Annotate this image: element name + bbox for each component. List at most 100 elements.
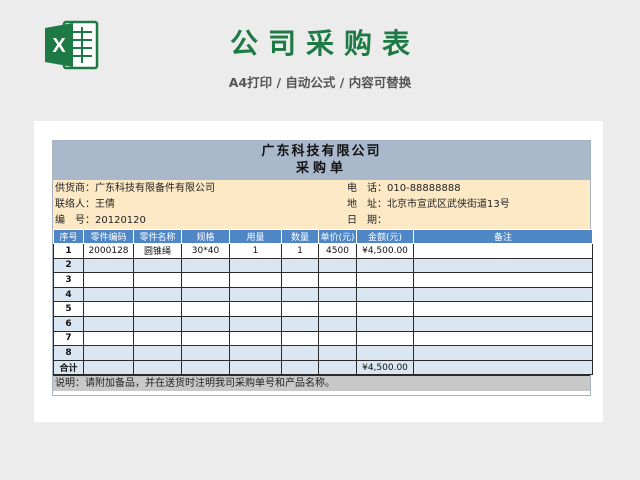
supplier-field[interactable]: 供货商：广东科技有限备件有限公司 [55, 181, 215, 197]
row-index-cell: 5 [53, 301, 84, 317]
table-cell[interactable] [83, 330, 134, 347]
table-cell[interactable] [413, 243, 593, 259]
table-cell[interactable] [318, 330, 357, 347]
note-text: 说明：请附加备品，并在送货时注明我司采购单号和产品名称。 [53, 375, 590, 392]
company-name: 广东科技有限公司 [261, 144, 382, 159]
table-cell[interactable]: 4500 [318, 243, 357, 259]
table-cell[interactable] [281, 272, 319, 288]
table-cell[interactable] [181, 286, 230, 303]
table-cell[interactable] [133, 301, 182, 317]
table-cell[interactable] [281, 286, 319, 303]
table-cell[interactable] [133, 330, 182, 347]
table-cell[interactable] [413, 301, 593, 317]
table-cell[interactable] [318, 345, 357, 361]
contact-field[interactable]: 联络人：王倩 [55, 197, 115, 213]
address-field[interactable]: 地 址：北京市宣武区武侠街道13号 [347, 197, 510, 213]
table-cell[interactable] [318, 257, 357, 274]
table-cell[interactable] [281, 345, 319, 361]
table-cell[interactable] [413, 345, 593, 361]
table-cell[interactable] [413, 257, 593, 274]
row-index-cell: 8 [53, 345, 84, 361]
order-table: 序号 零件编码 零件名称 规格 用量 数量 单价(元) 金额(元) 备注 1 20… [53, 229, 593, 376]
table-row: 5 [53, 301, 593, 317]
table-cell[interactable] [83, 359, 134, 376]
table-cell[interactable] [83, 301, 134, 317]
date-field[interactable]: 日 期： [347, 213, 387, 229]
table-cell[interactable] [229, 315, 282, 332]
table-cell[interactable] [318, 301, 357, 317]
table-cell[interactable] [318, 315, 357, 332]
sheet-header: 广东科技有限公司 采购单 [53, 141, 590, 180]
number-field[interactable]: 编 号：20120120 [55, 213, 146, 229]
table-cell[interactable] [356, 330, 414, 347]
table-cell[interactable] [181, 359, 230, 376]
table-cell[interactable]: 1 [229, 243, 282, 259]
table-cell[interactable] [83, 345, 134, 361]
table-cell[interactable] [356, 345, 414, 361]
table-cell[interactable] [229, 330, 282, 347]
total-amount[interactable]: ¥4,500.00 [356, 359, 414, 376]
table-cell[interactable]: ¥4,500.00 [356, 243, 414, 259]
table-cell[interactable] [133, 257, 182, 274]
table-cell[interactable] [83, 272, 134, 288]
table-cell[interactable] [229, 257, 282, 274]
table-cell[interactable]: 2000128 [83, 243, 134, 259]
table-cell[interactable]: 30*40 [181, 243, 230, 259]
table-cell[interactable] [356, 301, 414, 317]
table-row: 4 [53, 286, 593, 303]
table-cell[interactable] [229, 359, 282, 376]
column-header: 数量 [281, 229, 319, 244]
table-cell[interactable] [356, 286, 414, 303]
table-cell[interactable] [413, 286, 593, 303]
table-cell[interactable] [281, 359, 319, 376]
table-cell[interactable] [281, 330, 319, 347]
table-cell[interactable] [229, 272, 282, 288]
table-cell[interactable]: 1 [281, 243, 319, 259]
table-cell[interactable] [281, 315, 319, 332]
total-label: 合计 [53, 359, 84, 376]
table-row: 6 [53, 315, 593, 332]
table-cell[interactable] [181, 315, 230, 332]
table-cell[interactable] [229, 345, 282, 361]
table-cell[interactable] [83, 257, 134, 274]
table-cell[interactable] [229, 286, 282, 303]
table-cell[interactable] [181, 272, 230, 288]
table-cell[interactable] [281, 301, 319, 317]
info-block: 供货商：广东科技有限备件有限公司 电 话：010-88888888 联络人：王倩… [53, 180, 590, 229]
table-cell[interactable] [133, 272, 182, 288]
row-index-cell: 3 [53, 272, 84, 288]
table-cell[interactable] [318, 359, 357, 376]
table-cell[interactable] [133, 359, 182, 376]
table-cell[interactable] [356, 257, 414, 274]
table-cell[interactable] [356, 315, 414, 332]
table-cell[interactable] [413, 330, 593, 347]
table-cell[interactable] [281, 257, 319, 274]
table-cell[interactable] [133, 315, 182, 332]
table-body: 1 2000128 圆锥绳 30*40 1 1 4500 ¥4,500.00 2 3 4 5 6 7 8 [53, 243, 593, 361]
table-cell[interactable] [181, 257, 230, 274]
table-cell[interactable] [413, 359, 593, 376]
table-cell[interactable] [413, 315, 593, 332]
table-row: 3 [53, 272, 593, 288]
table-row: 1 2000128 圆锥绳 30*40 1 1 4500 ¥4,500.00 [53, 243, 593, 259]
table-cell[interactable]: 圆锥绳 [133, 243, 182, 259]
total-row: 合计 ¥4,500.00 [53, 359, 593, 376]
table-cell[interactable] [181, 345, 230, 361]
table-cell[interactable] [413, 272, 593, 288]
table-cell[interactable] [83, 286, 134, 303]
document-title: 采购单 [295, 161, 347, 176]
table-cell[interactable] [133, 286, 182, 303]
table-cell[interactable] [356, 272, 414, 288]
table-row: 8 [53, 345, 593, 361]
table-cell[interactable] [83, 315, 134, 332]
row-index-cell: 2 [53, 257, 84, 274]
table-cell[interactable] [318, 272, 357, 288]
page-subtitle: A4打印 / 自动公式 / 内容可替换 [228, 75, 412, 90]
phone-field[interactable]: 电 话：010-88888888 [347, 181, 461, 197]
table-cell[interactable] [181, 330, 230, 347]
table-cell[interactable] [229, 301, 282, 317]
table-row: 2 [53, 257, 593, 274]
table-cell[interactable] [133, 345, 182, 361]
table-cell[interactable] [181, 301, 230, 317]
table-cell[interactable] [318, 286, 357, 303]
